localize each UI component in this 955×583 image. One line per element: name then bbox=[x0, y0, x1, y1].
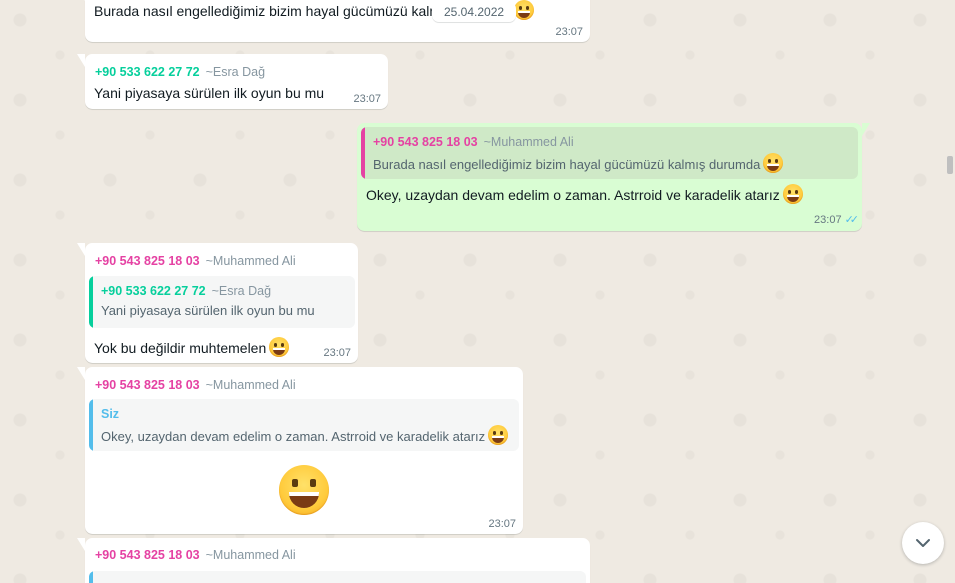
scroll-down-button[interactable] bbox=[902, 522, 944, 564]
quote-sender-name: ~Muhammed Ali bbox=[483, 135, 574, 149]
quote-sender-line: +90 533 622 27 72 ~Esra Dağ bbox=[101, 283, 345, 299]
message-time: 23:07 ✓✓ bbox=[814, 213, 860, 226]
sender-number[interactable]: +90 543 825 18 03 bbox=[95, 378, 200, 392]
grinning-face-emoji bbox=[488, 425, 509, 445]
message-bubble[interactable]: +90 533 622 27 72 ~Esra Dağ Yani piyasaya… bbox=[77, 54, 388, 109]
message-time: 23:07 bbox=[323, 347, 351, 359]
quoted-message[interactable]: +90 543 825 18 03 ~Muhammed Ali Burada na… bbox=[361, 127, 858, 179]
message-bubble[interactable]: +90 543 825 18 03 ~Muhammed Ali Siz Okey,… bbox=[77, 367, 523, 534]
message-text: Yani piyasaya sürülen ilk oyun bu mu bbox=[94, 85, 325, 101]
scrollbar-thumb[interactable] bbox=[947, 156, 953, 174]
quote-sender-number: +90 533 622 27 72 bbox=[101, 284, 206, 298]
quote-text-content: Burada nasıl engellediğimiz bizim hayal … bbox=[373, 157, 761, 172]
quote-sender-you: Siz bbox=[101, 407, 120, 421]
sender-number[interactable]: +90 543 825 18 03 bbox=[95, 548, 200, 562]
message-text: Okey, uzaydan devam edelim o zaman. Astr… bbox=[366, 184, 803, 205]
message-time-text: 23:07 bbox=[814, 214, 842, 226]
double-check-read-icon: ✓✓ bbox=[844, 214, 860, 226]
quote-text: Okey, uzaydan devam edelim o zaman. Astr… bbox=[101, 425, 509, 446]
big-emoji-container bbox=[279, 465, 329, 515]
quote-sender-name: ~Esra Dağ bbox=[211, 284, 272, 298]
sender-line: +90 543 825 18 03 ~Muhammed Ali bbox=[95, 547, 296, 563]
quote-text: Yani piyasaya sürülen ilk oyun bu mu bbox=[101, 303, 315, 318]
grinning-face-emoji bbox=[782, 184, 803, 204]
quote-text-content: Okey, uzaydan devam edelim o zaman. Astr… bbox=[101, 429, 486, 444]
quoted-message[interactable]: Siz Okey, uzaydan devam edelim o zaman. … bbox=[89, 399, 519, 451]
message-bubble[interactable]: +90 543 825 18 03 ~Muhammed Ali bbox=[77, 538, 590, 583]
sender-line: +90 543 825 18 03 ~Muhammed Ali bbox=[95, 253, 296, 269]
message-text-content: Okey, uzaydan devam edelim o zaman. Astr… bbox=[366, 187, 780, 203]
grinning-face-emoji bbox=[763, 153, 784, 173]
sender-line: +90 543 825 18 03 ~Muhammed Ali bbox=[95, 377, 296, 393]
quoted-message[interactable] bbox=[89, 571, 586, 583]
message-time: 23:07 bbox=[353, 93, 381, 105]
sender-name: ~Muhammed Ali bbox=[205, 548, 296, 562]
date-pill: 25.04.2022 bbox=[432, 2, 517, 22]
sender-number[interactable]: +90 533 622 27 72 bbox=[95, 65, 200, 79]
quote-text: Burada nasıl engellediğimiz bizim hayal … bbox=[373, 153, 848, 174]
quote-sender-number: +90 543 825 18 03 bbox=[373, 135, 478, 149]
chevron-down-icon bbox=[916, 539, 930, 547]
quoted-message[interactable]: +90 533 622 27 72 ~Esra Dağ Yani piyasaya… bbox=[89, 276, 355, 328]
grinning-face-emoji bbox=[514, 0, 535, 20]
quote-sender-line: +90 543 825 18 03 ~Muhammed Ali bbox=[373, 134, 848, 150]
grinning-face-emoji bbox=[269, 337, 290, 357]
sender-name: ~Muhammed Ali bbox=[205, 254, 296, 268]
message-time: 23:07 bbox=[555, 26, 583, 38]
sender-name: ~Esra Dağ bbox=[205, 65, 266, 79]
sender-name: ~Muhammed Ali bbox=[205, 378, 296, 392]
grinning-face-emoji bbox=[279, 465, 329, 515]
message-text-content: Yok bu değildir muhtemelen bbox=[94, 340, 267, 356]
message-text: Yok bu değildir muhtemelen bbox=[94, 337, 290, 358]
quote-sender-line: Siz bbox=[101, 406, 509, 422]
message-time: 23:07 bbox=[488, 518, 516, 530]
message-bubble[interactable]: +90 543 825 18 03 ~Muhammed Ali +90 533 6… bbox=[77, 243, 358, 363]
sender-number[interactable]: +90 543 825 18 03 bbox=[95, 254, 200, 268]
sender-line: +90 533 622 27 72 ~Esra Dağ bbox=[95, 64, 265, 80]
message-bubble-outgoing[interactable]: +90 543 825 18 03 ~Muhammed Ali Burada na… bbox=[357, 123, 870, 231]
chat-panel[interactable]: Burada nasıl engellediğimiz bizim hayal … bbox=[0, 0, 955, 583]
